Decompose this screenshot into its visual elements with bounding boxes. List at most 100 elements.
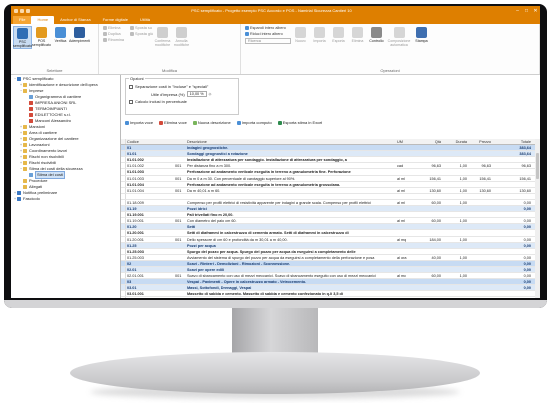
cell-qta[interactable]: 60,00	[416, 273, 442, 278]
col-articolo[interactable]	[174, 139, 186, 144]
col-durata[interactable]: Durata	[442, 139, 468, 144]
cell-code[interactable]: 03.01.001	[126, 291, 174, 296]
cell-desc[interactable]: Sondaggi geognostici a rotazione	[186, 151, 396, 156]
cell-desc[interactable]: Indagini geognostiche.	[186, 145, 396, 150]
cell-pre[interactable]	[468, 267, 492, 272]
cell-code[interactable]: 01.19	[126, 206, 174, 211]
cell-pre[interactable]	[468, 249, 492, 254]
cell-tot[interactable]: 0,00	[492, 267, 532, 272]
cell-tot[interactable]: 0,00	[492, 243, 532, 248]
cell-pre[interactable]: 96,63	[468, 163, 492, 168]
cell-desc[interactable]: Da m 40,01 a m 60.	[186, 188, 396, 193]
controllo-button[interactable]: Controllo	[367, 26, 386, 43]
tab-file[interactable]: File	[13, 16, 32, 24]
cell-art[interactable]	[174, 267, 186, 272]
cell-um[interactable]	[396, 230, 416, 235]
cell-dur[interactable]	[442, 182, 468, 187]
cell-um[interactable]: al mc	[396, 273, 416, 278]
cell-qta[interactable]	[416, 285, 442, 290]
tree-item[interactable]: + Fascicolo	[11, 196, 120, 202]
cell-um[interactable]	[396, 267, 416, 272]
cell-desc[interactable]: Pozzi per acqua	[186, 243, 396, 248]
cell-dur[interactable]	[442, 224, 468, 229]
cell-code[interactable]: 01.25.003	[126, 249, 174, 254]
cell-dur[interactable]	[442, 157, 468, 162]
scroll-thumb[interactable]	[536, 153, 539, 179]
psc-semplificato-button[interactable]: PSC semplificato	[13, 26, 32, 49]
cell-dur[interactable]	[442, 230, 468, 235]
cell-um[interactable]: al mq	[396, 237, 416, 242]
importa-voce-button[interactable]: Importa voce	[125, 120, 153, 125]
cell-art[interactable]	[174, 230, 186, 235]
cell-dur[interactable]: 1,00	[442, 273, 468, 278]
cell-dur[interactable]: 1,00	[442, 218, 468, 223]
cell-desc[interactable]: Perforazione ad andamento verticale eseg…	[186, 182, 396, 187]
cell-dur[interactable]: 1,00	[442, 176, 468, 181]
cell-qta[interactable]	[416, 291, 442, 296]
cell-code[interactable]: 03.01.001	[126, 297, 174, 298]
cell-dur[interactable]: 1,00	[442, 200, 468, 205]
cell-qta[interactable]	[416, 279, 442, 284]
cell-um[interactable]	[396, 243, 416, 248]
cell-code[interactable]: 01.01.004	[126, 182, 174, 187]
elimina-button[interactable]: Elimina	[103, 26, 124, 30]
cell-code[interactable]: 02.01.001	[126, 273, 174, 278]
cell-art[interactable]: 001	[174, 163, 186, 168]
vertical-scrollbar[interactable]	[535, 139, 540, 298]
cell-qta[interactable]: 40,00	[416, 255, 442, 260]
cell-art[interactable]	[174, 255, 186, 260]
cell-code[interactable]: 01.01.002	[126, 163, 174, 168]
cell-dur[interactable]	[442, 243, 468, 248]
cell-qta[interactable]	[416, 169, 442, 174]
cell-pre[interactable]	[468, 169, 492, 174]
cell-art[interactable]	[174, 212, 186, 217]
cell-um[interactable]	[396, 291, 416, 296]
cell-code[interactable]: 01.01.004	[126, 188, 174, 193]
composizione-automatica-button[interactable]: Composizione automatica	[386, 26, 412, 47]
importa-button[interactable]: Importa	[310, 26, 329, 43]
cell-art[interactable]	[174, 206, 186, 211]
tab-utilita[interactable]: Utilità	[134, 16, 156, 24]
cell-qta[interactable]	[416, 261, 442, 266]
cell-pre[interactable]	[468, 243, 492, 248]
cell-dur[interactable]	[442, 212, 468, 217]
esporta-excel-button[interactable]: Esporta stima in Excel	[277, 120, 322, 125]
cell-qta[interactable]	[416, 194, 442, 199]
cell-code[interactable]: 01.01	[126, 151, 174, 156]
cell-code[interactable]: 02.01	[126, 267, 174, 272]
cell-tot[interactable]: 0,00	[492, 297, 532, 298]
cell-desc[interactable]: Installazione di attrezzatura per sondag…	[186, 157, 396, 162]
col-codice[interactable]: Codice	[126, 139, 174, 144]
cell-qta[interactable]	[416, 212, 442, 217]
cell-dur[interactable]: 1,00	[442, 237, 468, 242]
cell-dur[interactable]	[442, 279, 468, 284]
cell-um[interactable]: al mq	[396, 297, 416, 298]
cell-dur[interactable]	[442, 151, 468, 156]
cell-art[interactable]: 001	[174, 176, 186, 181]
cell-pre[interactable]	[468, 230, 492, 235]
cell-desc[interactable]: Per spessori oltre cm 5 e per superfici …	[186, 297, 396, 298]
cell-um[interactable]: al ml	[396, 188, 416, 193]
cell-dur[interactable]	[442, 267, 468, 272]
cell-qta[interactable]	[416, 182, 442, 187]
cell-pre[interactable]	[468, 285, 492, 290]
cell-tot[interactable]: 96,63	[492, 163, 532, 168]
tab-home[interactable]: Home	[31, 16, 55, 24]
cell-desc[interactable]: Dello spessore di cm 60 e profondità da …	[186, 237, 396, 242]
cell-qta[interactable]: 96,63	[416, 163, 442, 168]
cell-qta[interactable]	[416, 267, 442, 272]
cell-tot[interactable]	[492, 157, 532, 162]
cell-tot[interactable]: 0,00	[492, 285, 532, 290]
cell-art[interactable]	[174, 182, 186, 187]
cell-art[interactable]	[174, 224, 186, 229]
tab-forme-digitale[interactable]: Forme digitale	[97, 16, 134, 24]
esporta-button[interactable]: Esporta	[329, 26, 348, 43]
calcolo-checkbox[interactable]: Calcolo inclusi in percentuale	[129, 99, 235, 104]
cell-tot[interactable]: 0,00	[492, 218, 532, 223]
cell-pre[interactable]	[468, 151, 492, 156]
cell-pre[interactable]	[468, 279, 492, 284]
cell-art[interactable]: 001	[174, 188, 186, 193]
cell-tot[interactable]	[492, 169, 532, 174]
cell-art[interactable]: 001	[174, 297, 186, 298]
cell-qta[interactable]: 144,26	[416, 297, 442, 298]
